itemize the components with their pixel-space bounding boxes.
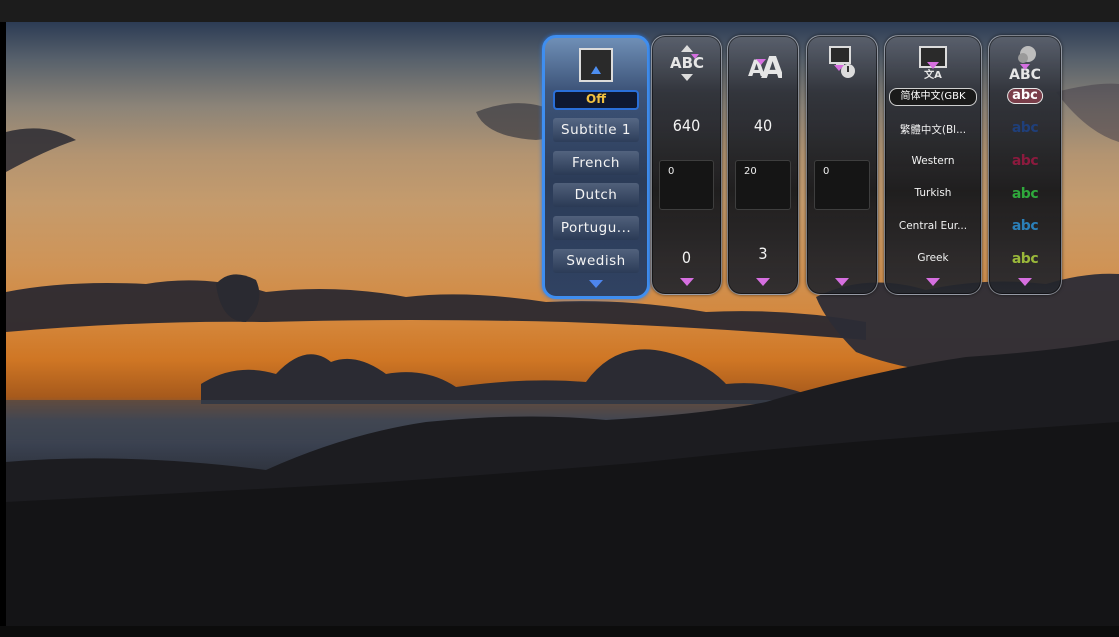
position-bottom-value: 0 — [681, 248, 692, 267]
scroll-down-arrow-icon[interactable] — [756, 278, 770, 286]
text-color-panel[interactable]: ABC abc abc abc abc abc abc — [988, 35, 1062, 295]
scroll-down-arrow-icon[interactable] — [589, 280, 603, 288]
encoding-option[interactable]: Turkish — [885, 187, 981, 199]
subtitle-option[interactable]: French — [553, 151, 639, 175]
scroll-down-arrow-icon[interactable] — [835, 278, 849, 286]
scroll-down-arrow-icon[interactable] — [1018, 278, 1032, 286]
letterbox-top — [0, 0, 1119, 22]
font-size-panel[interactable]: A A 40 20 3 — [727, 35, 799, 295]
svg-text:ABC: ABC — [669, 54, 703, 72]
color-option[interactable]: abc — [1012, 120, 1039, 136]
subtitle-option[interactable]: Portugu... — [553, 216, 639, 240]
encoding-option[interactable]: Western — [885, 155, 981, 167]
scroll-down-arrow-icon[interactable] — [679, 278, 694, 286]
color-option[interactable]: abc — [1012, 153, 1039, 169]
position-input[interactable]: 0 — [659, 160, 714, 210]
svg-text:A: A — [761, 51, 782, 82]
subtitle-option[interactable]: Swedish — [553, 249, 639, 273]
font-size-bottom-value: 3 — [758, 244, 768, 263]
subtitle-screen-icon — [577, 46, 615, 84]
position-panel[interactable]: ABC 640 0 0 — [651, 35, 722, 295]
subtitle-option[interactable]: Subtitle 1 — [553, 118, 639, 142]
encoding-option[interactable]: 繁體中文(Bl... — [885, 122, 981, 137]
subtitle-option[interactable]: Dutch — [553, 183, 639, 207]
subtitle-off-selected[interactable]: Off — [553, 90, 639, 110]
letterbox-bottom — [0, 626, 1119, 637]
svg-text:文A: 文A — [924, 68, 942, 81]
encoding-option[interactable]: Greek — [885, 252, 981, 264]
scroll-down-arrow-icon[interactable] — [926, 278, 940, 286]
encoding-panel[interactable]: 文A 简体中文(GBK 繁體中文(Bl... Western Turkish C… — [884, 35, 982, 295]
text-color-icon: ABC — [1006, 44, 1044, 83]
text-encoding-icon: 文A — [914, 44, 952, 82]
sync-input[interactable]: 0 — [814, 160, 870, 210]
color-selected[interactable]: abc — [1007, 88, 1043, 104]
color-option[interactable]: abc — [1012, 218, 1039, 234]
text-position-icon: ABC — [668, 44, 706, 82]
subtitle-sync-icon — [823, 44, 861, 82]
subtitle-track-panel[interactable]: Off Subtitle 1 French Dutch Portugu... S… — [542, 35, 650, 299]
encoding-option[interactable]: Central Eur... — [885, 220, 981, 232]
color-option[interactable]: abc — [1012, 186, 1039, 202]
font-size-top-value: 40 — [753, 116, 773, 135]
font-size-input[interactable]: 20 — [735, 160, 791, 210]
position-top-value: 640 — [672, 116, 701, 135]
color-option[interactable]: abc — [1012, 251, 1039, 267]
encoding-selected[interactable]: 简体中文(GBK — [889, 88, 977, 106]
font-size-icon: A A — [744, 44, 785, 86]
sync-panel[interactable]: 0 — [806, 35, 878, 295]
